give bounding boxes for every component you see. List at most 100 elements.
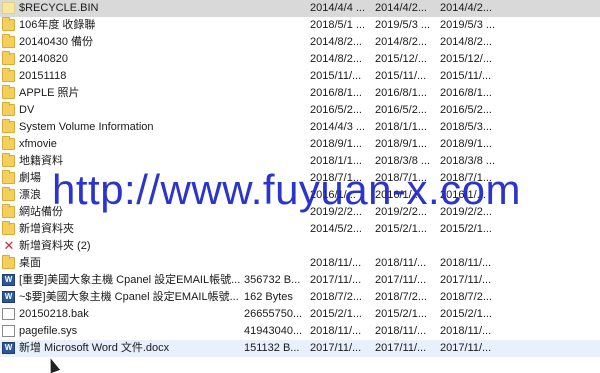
date-modified: 2016/5/2...: [375, 104, 427, 116]
date-modified: 2018/11/...: [375, 257, 427, 269]
watermark-text: http://www.fuyuan-x.com: [52, 166, 522, 213]
date-accessed: 2017/11/...: [440, 342, 492, 354]
date-accessed: 2015/12/...: [440, 53, 492, 65]
word-icon: W: [2, 291, 15, 303]
file-row[interactable]: 20140430 備份 2014/8/2... 2014/8/2... 2014/8/…: [0, 34, 600, 51]
file-size: [244, 255, 306, 272]
file-size: [244, 238, 306, 255]
file-size: 162 Bytes: [244, 291, 293, 303]
file-row[interactable]: 20151118 2015/11/... 2015/11/... 2015/11/..…: [0, 68, 600, 85]
file-row[interactable]: $RECYCLE.BIN 2014/4/4 ... 2014/4/2... 2014/…: [0, 0, 600, 17]
file-size: [244, 0, 306, 17]
date-created: 2018/7/2...: [310, 291, 362, 303]
file-row[interactable]: W [重要]美國大象主機 Cpanel 設定EMAIL帳號... 356732 B.…: [0, 272, 600, 289]
folder-icon: [2, 221, 15, 235]
file-name: DV: [19, 104, 35, 116]
date-modified: 2016/8/1...: [375, 87, 427, 99]
date-accessed: 2018/11/...: [440, 325, 492, 337]
file-name: ~$要]美國大象主機 Cpanel 設定EMAIL帳號...: [19, 291, 239, 303]
file-size: 26655750...: [244, 308, 303, 320]
file-size: [244, 221, 306, 238]
date-created: 2016/8/1...: [310, 87, 362, 99]
folder-icon: [2, 119, 15, 133]
folder-icon: [2, 255, 15, 269]
file-row[interactable]: System Volume Information 2014/4/3 ... 201…: [0, 119, 600, 136]
file-name: 新增 Microsoft Word 文件.docx: [19, 342, 170, 354]
file-name: 20151118: [19, 70, 67, 82]
date-accessed: 2018/5/3...: [440, 121, 492, 133]
word-icon: W: [2, 342, 15, 354]
file-row[interactable]: ✕ 新增資料夾 (2): [0, 238, 600, 255]
date-created: 2017/11/...: [310, 274, 362, 286]
date-accessed: 2018/11/...: [440, 257, 492, 269]
date-modified: 2015/12/...: [375, 53, 427, 65]
file-name: 桌面: [19, 257, 41, 269]
file-name: [重要]美國大象主機 Cpanel 設定EMAIL帳號...: [19, 274, 241, 286]
file-name: 20140430 備份: [19, 36, 93, 48]
file-name: 20150218.bak: [19, 308, 89, 320]
folder-icon: [2, 153, 15, 167]
word-icon: W: [2, 274, 15, 286]
blank-folder-icon: [2, 2, 15, 14]
file-size: [244, 136, 306, 153]
file-row[interactable]: 106年度 收錄聯 2018/5/1 ... 2019/5/3 ... 2019/5/…: [0, 17, 600, 34]
date-accessed: 2014/4/2...: [440, 2, 492, 14]
date-modified: 2018/1/1...: [375, 121, 427, 133]
date-created: 2018/11/...: [310, 325, 362, 337]
date-created: 2014/5/2...: [310, 223, 362, 235]
folder-icon: [2, 170, 15, 184]
file-row[interactable]: pagefile.sys 41943040... 2018/11/... 2018/1…: [0, 323, 600, 340]
file-row[interactable]: 桌面 2018/11/... 2018/11/... 2018/11/...: [0, 255, 600, 272]
date-modified: 2018/9/1...: [375, 138, 427, 150]
date-modified: 2018/7/2...: [375, 291, 427, 303]
date-created: 2014/4/4 ...: [310, 2, 366, 14]
file-row[interactable]: 20140820 2014/8/2... 2015/12/... 2015/12/..…: [0, 51, 600, 68]
file-size: [244, 85, 306, 102]
date-accessed: 2016/5/2...: [440, 104, 492, 116]
file-row[interactable]: DV 2016/5/2... 2016/5/2... 2016/5/2...: [0, 102, 600, 119]
file-size: [244, 34, 306, 51]
folder-icon: [2, 34, 15, 48]
file-name: pagefile.sys: [19, 325, 78, 337]
folder-icon: [2, 187, 15, 201]
file-name: System Volume Information: [19, 121, 154, 133]
date-modified: [375, 238, 437, 255]
date-created: 2014/4/3 ...: [310, 121, 366, 133]
date-created: 2015/11/...: [310, 70, 362, 82]
date-modified: 2017/11/...: [375, 274, 427, 286]
date-accessed: 2018/7/2...: [440, 291, 492, 303]
file-size: [244, 119, 306, 136]
file-row[interactable]: 20150218.bak 26655750... 2015/2/1... 2015/2…: [0, 306, 600, 323]
date-modified: 2014/8/2...: [375, 36, 427, 48]
date-modified: 2015/2/1...: [375, 308, 427, 320]
file-size: [244, 68, 306, 85]
file-name: 20140820: [19, 53, 68, 65]
file-size: 41943040...: [244, 325, 303, 337]
folder-icon: [2, 17, 15, 31]
date-created: 2015/2/1...: [310, 308, 362, 320]
file-name: 新增資料夾 (2): [19, 240, 91, 252]
file-row[interactable]: W 新增 Microsoft Word 文件.docx 151132 B... 201…: [0, 340, 600, 357]
file-size: [244, 51, 306, 68]
file-row[interactable]: 新增資料夾 2014/5/2... 2015/2/1... 2015/2/1...: [0, 221, 600, 238]
date-created: 2016/5/2...: [310, 104, 362, 116]
date-accessed: 2014/8/2...: [440, 36, 492, 48]
date-accessed: 2018/9/1...: [440, 138, 492, 150]
file-row[interactable]: W ~$要]美國大象主機 Cpanel 設定EMAIL帳號... 162 Bytes…: [0, 289, 600, 306]
date-accessed: 2016/8/1...: [440, 87, 492, 99]
date-created: 2017/11/...: [310, 342, 362, 354]
folder-icon: [2, 102, 15, 116]
file-size: [244, 17, 306, 34]
folder-icon: [2, 51, 15, 65]
date-accessed: 2015/2/1...: [440, 223, 492, 235]
file-size: 151132 B...: [244, 342, 300, 354]
file-icon: [2, 325, 15, 337]
file-size: 356732 B...: [244, 274, 301, 286]
folder-icon: [2, 85, 15, 99]
folder-icon: [2, 136, 15, 150]
file-row[interactable]: APPLE 照片 2016/8/1... 2016/8/1... 2016/8/1..…: [0, 85, 600, 102]
date-modified: 2014/4/2...: [375, 2, 427, 14]
date-created: 2018/9/1...: [310, 138, 362, 150]
file-row[interactable]: xfmovie 2018/9/1... 2018/9/1... 2018/9/1...: [0, 136, 600, 153]
file-name: 新增資料夾: [19, 223, 74, 235]
